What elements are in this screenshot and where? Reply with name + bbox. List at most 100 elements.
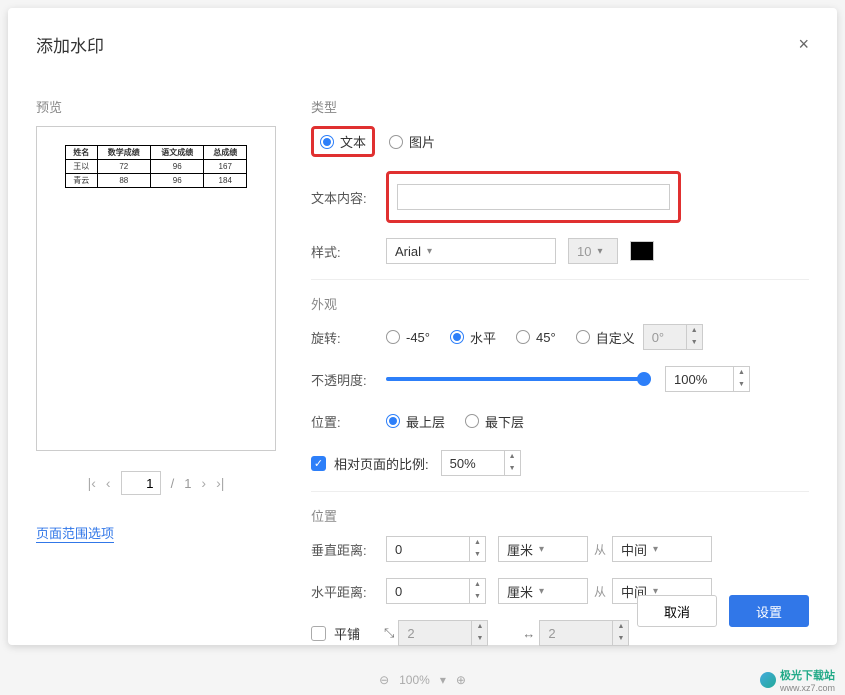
- style-row: 样式: Arial 10: [311, 237, 809, 265]
- radio-icon: [386, 330, 400, 344]
- unit-value: 厘米: [507, 540, 533, 559]
- spinner-arrows[interactable]: ▲▼: [504, 451, 520, 475]
- form-section: 类型 文本 图片 文本内容:: [311, 97, 809, 661]
- text-content-input[interactable]: [397, 184, 670, 210]
- font-size-value: 10: [577, 244, 591, 259]
- from-label: 从: [594, 541, 606, 558]
- zoom-in-icon[interactable]: ⊕: [456, 673, 466, 687]
- close-button[interactable]: ×: [798, 34, 809, 55]
- radio-label: 最上层: [406, 412, 445, 431]
- ok-button[interactable]: 设置: [729, 595, 809, 627]
- font-size-combo[interactable]: 10: [568, 238, 618, 264]
- layer-group: 最上层 最下层: [386, 412, 524, 431]
- opacity-spinner[interactable]: 100% ▲▼: [665, 366, 750, 392]
- prev-page-button[interactable]: ‹: [106, 475, 111, 491]
- spinner-arrows[interactable]: ▲▼: [733, 367, 749, 391]
- spinner-arrows[interactable]: ▲▼: [469, 579, 485, 603]
- last-page-button[interactable]: ›|: [216, 475, 224, 491]
- hdist-unit-combo[interactable]: 厘米: [498, 578, 588, 604]
- radio-horizontal[interactable]: 水平: [450, 328, 496, 347]
- radio-top-layer[interactable]: 最上层: [386, 412, 445, 431]
- radio-icon: [576, 330, 590, 344]
- tile-a-spinner[interactable]: 2 ▲▼: [398, 620, 488, 646]
- tile-b-spinner[interactable]: 2 ▲▼: [539, 620, 629, 646]
- radio-m45[interactable]: -45°: [386, 330, 430, 345]
- td: 96: [151, 174, 204, 188]
- radio-icon: [389, 135, 403, 149]
- td: 167: [204, 160, 247, 174]
- vdist-spinner[interactable]: 0 ▲▼: [386, 536, 486, 562]
- vdist-row: 垂直距离: 0 ▲▼ 厘米 从 中间: [311, 535, 809, 563]
- td: 184: [204, 174, 247, 188]
- radio-label: 水平: [470, 328, 496, 347]
- opacity-slider[interactable]: [386, 369, 651, 389]
- radio-icon: [450, 330, 464, 344]
- relative-spinner[interactable]: 50% ▲▼: [441, 450, 521, 476]
- td: 青云: [66, 174, 98, 188]
- first-page-button[interactable]: |‹: [88, 475, 96, 491]
- font-combo[interactable]: Arial: [386, 238, 556, 264]
- tile-vertical-icon: ⤡: [384, 625, 394, 641]
- th: 总成绩: [204, 146, 247, 160]
- cancel-button[interactable]: 取消: [637, 595, 717, 627]
- spinner-arrows[interactable]: ▲▼: [469, 537, 485, 561]
- chevron-down-icon[interactable]: ▾: [440, 673, 446, 687]
- radio-45[interactable]: 45°: [516, 330, 556, 345]
- spinner-value: 0: [387, 584, 469, 599]
- rotate-label: 旋转:: [311, 328, 386, 347]
- spinner-value: 0°: [644, 330, 686, 345]
- radio-label: 自定义: [596, 328, 635, 347]
- tile-checkbox[interactable]: [311, 626, 326, 641]
- rotate-spinner[interactable]: 0° ▲▼: [643, 324, 703, 350]
- dialog-footer: 取消 设置: [637, 595, 809, 627]
- th: 语文成绩: [151, 146, 204, 160]
- vdist-unit-combo[interactable]: 厘米: [498, 536, 588, 562]
- relative-label: 相对页面的比例:: [334, 454, 429, 473]
- td: 王以: [66, 160, 98, 174]
- spinner-arrows[interactable]: ▲▼: [612, 621, 628, 645]
- relative-checkbox[interactable]: ✓: [311, 456, 326, 471]
- type-title: 类型: [311, 97, 809, 116]
- radio-image[interactable]: 图片: [389, 132, 435, 151]
- spinner-arrows[interactable]: ▲▼: [686, 325, 702, 349]
- zoom-value: 100%: [399, 673, 430, 687]
- td: 96: [151, 160, 204, 174]
- radio-label: 45°: [536, 330, 556, 345]
- page-range-link[interactable]: 页面范围选项: [36, 523, 114, 543]
- slider-track: [386, 377, 651, 381]
- radio-bottom-layer[interactable]: 最下层: [465, 412, 524, 431]
- dialog-body: 预览 姓名 数学成绩 语文成绩 总成绩 王以 72 96 167: [36, 97, 809, 661]
- font-value: Arial: [395, 244, 421, 259]
- slider-thumb[interactable]: [637, 372, 651, 386]
- radio-icon: [465, 414, 479, 428]
- relative-row: ✓ 相对页面的比例: 50% ▲▼: [311, 449, 809, 477]
- table-header-row: 姓名 数学成绩 语文成绩 总成绩: [66, 146, 247, 160]
- next-page-button[interactable]: ›: [201, 475, 206, 491]
- hdist-spinner[interactable]: 0 ▲▼: [386, 578, 486, 604]
- opacity-label: 不透明度:: [311, 370, 386, 389]
- type-row: 文本 图片: [311, 126, 809, 157]
- rotate-row: 旋转: -45° 水平 45° 自定义 0° ▲▼: [311, 323, 809, 351]
- brand-url: www.xz7.com: [780, 683, 835, 693]
- divider: [311, 491, 809, 492]
- zoom-out-icon[interactable]: ⊖: [379, 673, 389, 687]
- dialog-title: 添加水印: [36, 32, 104, 57]
- table-row: 王以 72 96 167: [66, 160, 247, 174]
- spinner-value: 100%: [666, 372, 733, 387]
- spinner-arrows[interactable]: ▲▼: [471, 621, 487, 645]
- radio-text[interactable]: 文本: [320, 132, 366, 151]
- table-row: 青云 88 96 184: [66, 174, 247, 188]
- th: 姓名: [66, 146, 98, 160]
- vdist-ref-combo[interactable]: 中间: [612, 536, 712, 562]
- spinner-value: 0: [387, 542, 469, 557]
- font-color-swatch[interactable]: [630, 241, 654, 261]
- spinner-value: 2: [540, 626, 612, 641]
- page-input[interactable]: [121, 471, 161, 495]
- highlight-text-input: [386, 171, 681, 223]
- divider: [311, 279, 809, 280]
- radio-label: 最下层: [485, 412, 524, 431]
- hdist-label: 水平距离:: [311, 582, 386, 601]
- radio-custom[interactable]: 自定义: [576, 328, 635, 347]
- pager: |‹ ‹ / 1 › ›|: [36, 471, 276, 495]
- highlight-text-type: 文本: [311, 126, 375, 157]
